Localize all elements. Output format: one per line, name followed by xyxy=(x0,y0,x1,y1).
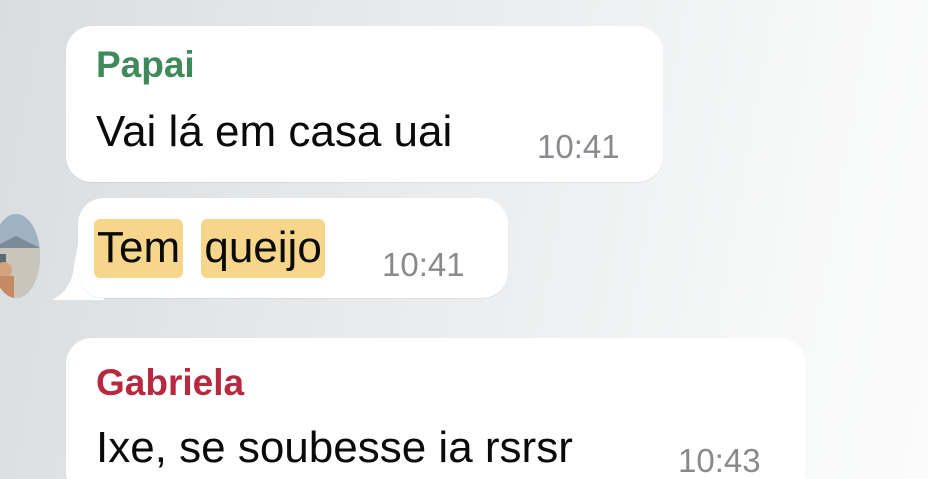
sender-avatar[interactable] xyxy=(0,214,40,298)
message-text: Vai lá em casa uai xyxy=(96,107,453,156)
highlighted-word: Tem xyxy=(94,219,184,278)
message-timestamp: 10:41 xyxy=(382,246,465,283)
highlighted-word: queijo xyxy=(201,219,325,278)
message-bubble[interactable]: Tem queijo 10:41 xyxy=(78,198,508,298)
avatar-photo-icon xyxy=(0,214,40,298)
message-text: Ixe, se soubesse ia rsrsr xyxy=(96,423,573,472)
message-bubble[interactable]: Gabriela Ixe, se soubesse ia rsrsr 10:43 xyxy=(66,338,806,479)
message-bubble[interactable]: Papai Vai lá em casa uai 10:41 xyxy=(66,26,663,182)
sender-name[interactable]: Papai xyxy=(96,46,195,83)
message-timestamp: 10:43 xyxy=(678,442,761,479)
sender-name[interactable]: Gabriela xyxy=(96,364,244,401)
message-text: Tem queijo xyxy=(94,219,325,278)
message-timestamp: 10:41 xyxy=(537,128,620,165)
